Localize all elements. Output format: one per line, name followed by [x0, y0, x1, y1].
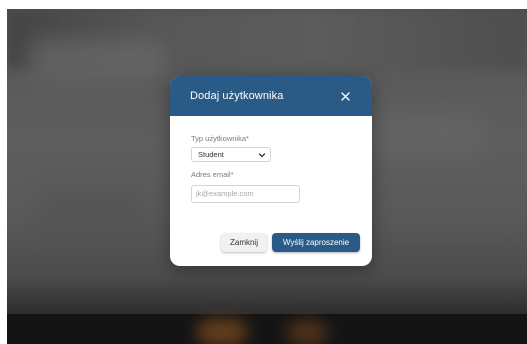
dialog-body: Typ użytkownika* Student Adres email* [170, 116, 372, 203]
blurred-content [37, 189, 147, 249]
user-type-select[interactable]: Student [191, 147, 271, 162]
email-label: Adres email* [191, 170, 234, 179]
blurred-content [287, 321, 327, 344]
close-icon[interactable] [338, 89, 352, 103]
user-type-selected-value: Student [198, 150, 224, 159]
chevron-down-icon [258, 153, 266, 158]
close-icon-glyph [340, 91, 350, 101]
email-field[interactable] [191, 184, 300, 203]
dialog-actions: Zamknij Wyślij zaproszenie [221, 233, 360, 252]
screen: Dodaj użytkownika Typ użytkownika* Stude… [0, 0, 527, 344]
add-user-dialog: Dodaj użytkownika Typ użytkownika* Stude… [170, 76, 372, 266]
blurred-content [367, 109, 487, 159]
blurred-footer [7, 314, 527, 344]
user-type-label: Typ użytkownika* [191, 134, 249, 143]
send-invitation-button[interactable]: Wyślij zaproszenie [272, 233, 360, 252]
blurred-content [27, 39, 167, 79]
dialog-title: Dodaj użytkownika [190, 90, 284, 102]
close-button[interactable]: Zamknij [221, 233, 267, 252]
blurred-content [197, 319, 247, 344]
dialog-header: Dodaj użytkownika [170, 76, 372, 116]
